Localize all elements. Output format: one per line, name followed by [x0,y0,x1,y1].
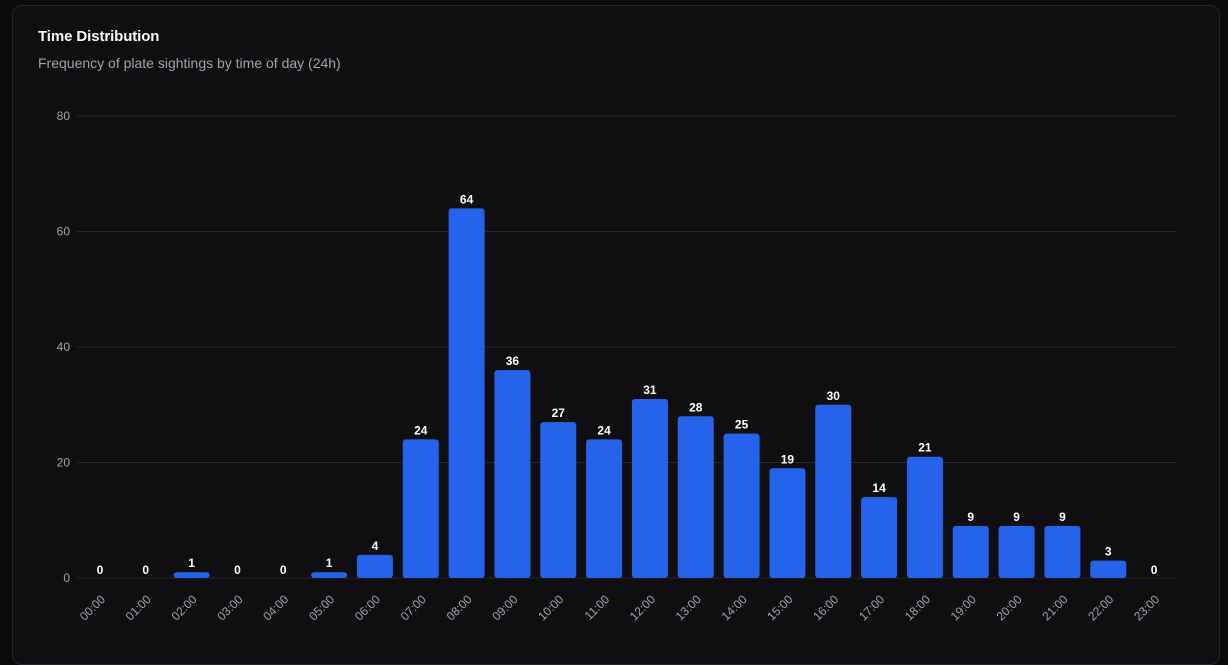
x-tick-label: 21:00 [1039,592,1070,623]
y-tick-label: 20 [57,456,71,470]
y-grid [77,115,1177,579]
x-tick-label: 15:00 [764,592,795,623]
bar[interactable] [723,433,760,578]
bar[interactable] [494,370,531,578]
y-tick-label: 0 [63,571,70,585]
data-label: 0 [1151,563,1158,577]
bar[interactable] [586,439,623,578]
x-tick-label: 23:00 [1131,592,1162,623]
x-tick-label: 01:00 [123,592,154,623]
data-label: 36 [506,354,520,368]
data-label: 24 [597,423,611,437]
x-tick-label: 20:00 [994,592,1025,623]
data-label: 31 [643,383,657,397]
x-tick-label: 07:00 [398,592,429,623]
data-label: 9 [967,510,974,524]
bar[interactable] [1090,560,1127,578]
data-label: 0 [97,563,104,577]
y-tick-label: 60 [57,225,71,239]
x-tick-label: 03:00 [214,592,245,623]
bar[interactable] [173,572,210,578]
data-label: 21 [918,441,932,455]
x-tick-label: 09:00 [489,592,520,623]
x-tick-label: 13:00 [673,592,704,623]
x-tick-label: 11:00 [582,592,613,623]
data-label: 9 [1059,510,1066,524]
bar-chart: 020406080 0 0 1 0 0 1424643627243128251930142… [57,109,1177,623]
data-label: 14 [872,481,886,495]
bar[interactable] [631,398,668,578]
x-tick-label: 22:00 [1085,592,1116,623]
bar[interactable] [815,404,852,578]
bar[interactable] [677,416,714,578]
bar[interactable] [1044,526,1081,578]
y-tick-label: 40 [57,340,71,354]
x-tick-label: 08:00 [444,592,475,623]
data-label: 25 [735,418,749,432]
data-label: 3 [1105,545,1112,559]
bar[interactable] [356,554,393,578]
data-label: 0 [234,563,241,577]
x-tick-label: 14:00 [719,592,750,623]
data-label: 0 [280,563,287,577]
bar[interactable] [952,526,989,578]
bar[interactable] [906,456,943,578]
x-axis-ticks: 00:00 01:00 02:00 03:00 04:00 05:00 06:00 07:00… [77,592,1163,623]
x-tick-label: 18:00 [902,592,933,623]
bar[interactable] [998,526,1035,578]
x-tick-label: 19:00 [948,592,979,623]
data-label: 1 [188,556,195,570]
data-label: 24 [414,423,428,437]
x-tick-label: 06:00 [352,592,383,623]
x-tick-label: 17:00 [856,592,887,623]
bar[interactable] [311,572,348,578]
data-label: 30 [827,389,841,403]
x-tick-label: 12:00 [627,592,658,623]
data-label: 64 [460,192,474,206]
data-label: 9 [1013,510,1020,524]
bar[interactable] [861,497,898,578]
data-label: 1 [326,556,333,570]
x-tick-label: 04:00 [260,592,291,623]
data-label: 4 [372,539,379,553]
x-tick-label: 02:00 [169,592,200,623]
x-tick-label: 10:00 [535,592,566,623]
data-label: 28 [689,400,703,414]
data-labels: 0 0 1 0 0 142464362724312825193014219 9 930 [97,192,1158,577]
bar[interactable] [540,422,577,578]
data-label: 19 [781,452,795,466]
time-distribution-card: Time Distribution Frequency of plate sig… [12,5,1220,665]
bar[interactable] [448,208,485,578]
bar[interactable] [402,439,439,578]
y-tick-label: 80 [57,109,71,123]
x-tick-label: 00:00 [77,592,108,623]
bar[interactable] [769,468,806,578]
x-tick-label: 16:00 [810,592,841,623]
data-label: 27 [552,406,566,420]
y-axis-ticks: 0 20 40 60 80 [57,109,71,585]
data-label: 0 [142,563,149,577]
x-tick-label: 05:00 [306,592,337,623]
